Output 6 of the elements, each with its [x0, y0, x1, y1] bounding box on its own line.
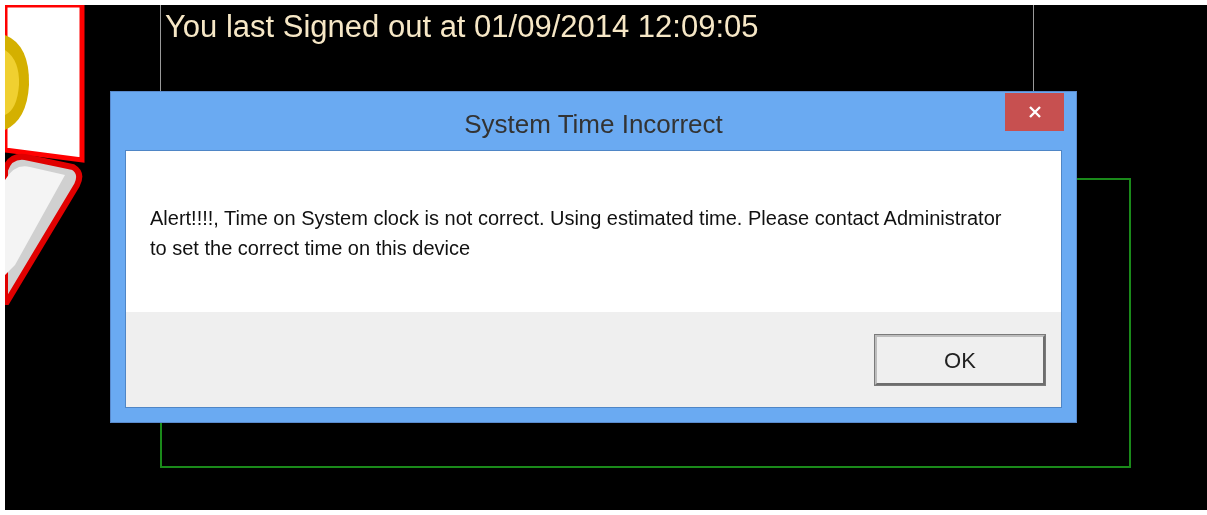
ok-button[interactable]: OK [875, 335, 1045, 385]
dialog-title: System Time Incorrect [464, 107, 723, 141]
last-sign-out-text: You last Signed out at 01/09/2014 12:09:05 [165, 8, 759, 46]
close-button[interactable] [1005, 93, 1064, 131]
alert-message: Alert!!!!, Time on System clock is not correct. Using estimated time. Please contact Administrator to set the correct time on this device [150, 206, 1003, 261]
close-icon [1027, 105, 1042, 119]
